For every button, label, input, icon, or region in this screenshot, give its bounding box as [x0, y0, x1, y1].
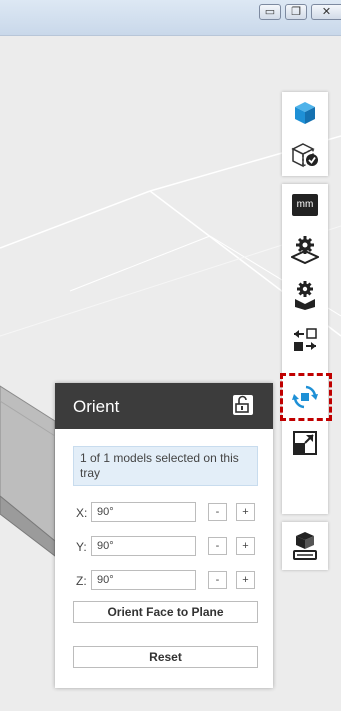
- mm-label: mm: [292, 194, 318, 216]
- close-button[interactable]: ✕: [311, 4, 341, 20]
- minimize-button[interactable]: ▭: [259, 4, 281, 20]
- y-increment-button[interactable]: +: [236, 537, 255, 555]
- units-mm-button[interactable]: mm: [282, 184, 328, 226]
- orient-highlight-box: [280, 373, 332, 421]
- edit-toolbar: mm: [282, 184, 328, 514]
- model-view-cube-icon[interactable]: [282, 92, 328, 134]
- z-axis-label: Z:: [76, 574, 87, 588]
- reset-button[interactable]: Reset: [73, 646, 258, 668]
- restore-button[interactable]: ❐: [285, 4, 307, 20]
- y-rotation-input[interactable]: 90°: [91, 536, 196, 556]
- z-decrement-button[interactable]: -: [208, 571, 227, 589]
- selection-info: 1 of 1 models selected on this tray: [73, 446, 258, 486]
- scale-icon[interactable]: [282, 422, 328, 464]
- x-axis-label: X:: [76, 506, 88, 520]
- layout-gear-icon[interactable]: [282, 229, 328, 271]
- orient-panel: Orient 1 of 1 models selected on this tr…: [55, 383, 273, 688]
- view-toolbar: [282, 92, 328, 176]
- unlock-icon[interactable]: [233, 395, 253, 415]
- y-decrement-button[interactable]: -: [208, 537, 227, 555]
- orient-face-to-plane-button[interactable]: Orient Face to Plane: [73, 601, 258, 623]
- arrange-icon[interactable]: [282, 319, 328, 361]
- window-titlebar: ▭ ❐ ✕: [0, 0, 341, 36]
- x-decrement-button[interactable]: -: [208, 503, 227, 521]
- settings-gear-icon[interactable]: [282, 274, 328, 316]
- z-increment-button[interactable]: +: [236, 571, 255, 589]
- x-rotation-input[interactable]: 90°: [91, 502, 196, 522]
- y-axis-label: Y:: [76, 540, 87, 554]
- z-rotation-input[interactable]: 90°: [91, 570, 196, 590]
- orient-panel-header: Orient: [55, 383, 273, 429]
- supports-check-icon[interactable]: [282, 134, 328, 176]
- print-queue-icon[interactable]: [282, 525, 328, 567]
- x-increment-button[interactable]: +: [236, 503, 255, 521]
- panel-title: Orient: [73, 397, 120, 416]
- print-toolbar: [282, 522, 328, 570]
